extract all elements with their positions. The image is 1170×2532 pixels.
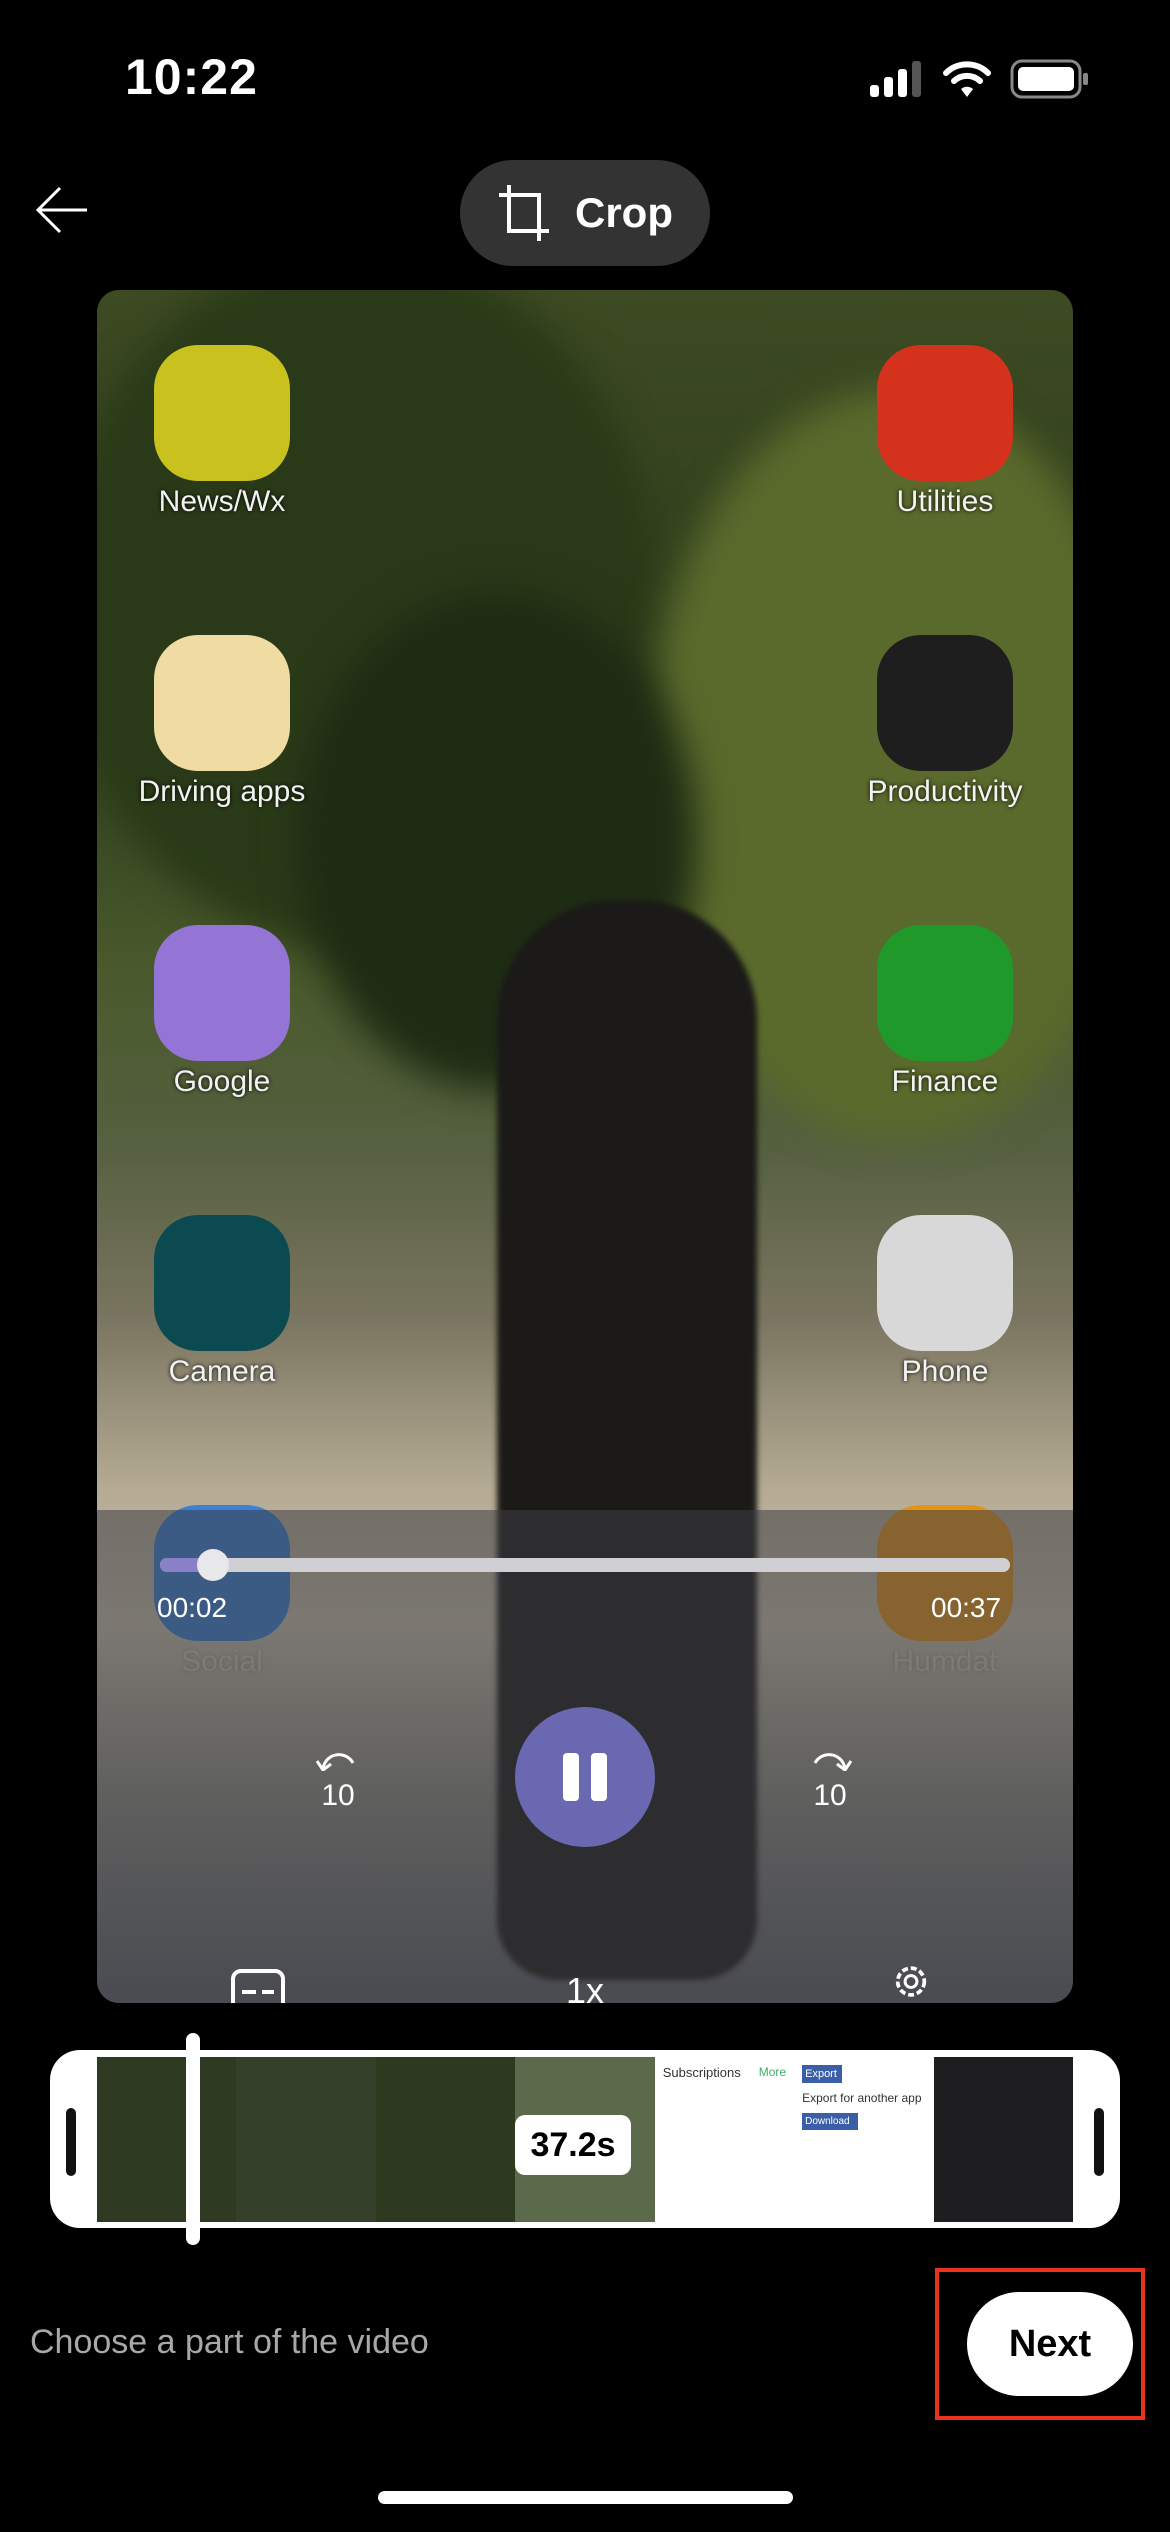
timeline-frame [97, 2057, 237, 2222]
crop-icon [499, 185, 549, 241]
current-time: 00:02 [157, 1592, 228, 1623]
trim-end-handle[interactable] [1094, 2108, 1104, 2176]
wifi-icon [943, 61, 991, 97]
app-folder-label: Finance [891, 1065, 999, 1098]
frame-more: More [758, 2065, 787, 2079]
timeline-frame: Subscriptions More [654, 2057, 795, 2222]
seek-track[interactable] [160, 1558, 1010, 1572]
home-indicator[interactable] [378, 2491, 793, 2504]
app-folder-label: Utilities [896, 485, 994, 518]
rewind-label: 10 [321, 1779, 355, 1812]
settings-gear-icon[interactable] [882, 1960, 940, 2003]
pause-button[interactable] [515, 1707, 655, 1847]
video-player[interactable]: News/Wx Utilities Driving apps Productivity… [97, 290, 1073, 2003]
total-time: 00:37 [931, 1592, 1002, 1623]
crop-button[interactable]: Crop [460, 160, 710, 266]
timeline-frame [933, 2057, 1073, 2222]
app-folder [877, 925, 1013, 1061]
seek-handle[interactable] [196, 1549, 229, 1581]
app-folder [154, 925, 290, 1061]
status-time: 10:22 [125, 49, 258, 105]
app-folder-label: Productivity [867, 775, 1023, 808]
app-folder [154, 1215, 290, 1351]
pause-icon [563, 1753, 579, 1801]
captions-icon[interactable] [230, 1968, 286, 2003]
timeline-frame [375, 2057, 516, 2222]
forward-icon [813, 1753, 853, 1773]
crop-label: Crop [575, 189, 673, 236]
app-folder-label: Google [173, 1065, 271, 1098]
rewind-icon [315, 1753, 355, 1773]
rewind-10-button[interactable]: 10 [298, 1745, 378, 1813]
app-folder [154, 635, 290, 771]
battery-icon [1010, 59, 1088, 99]
back-arrow-icon[interactable] [32, 180, 92, 240]
frame-download: Download [802, 2113, 859, 2130]
frame-export: Export [802, 2065, 843, 2083]
instruction-text: Choose a part of the video [30, 2323, 429, 2361]
selection-duration: 37.2s [515, 2115, 631, 2175]
app-folder [154, 345, 290, 481]
forward-label: 10 [813, 1779, 847, 1812]
timeline-frame: Export Export for another app Download [794, 2057, 934, 2222]
frame-heading: Export for another app [802, 2091, 922, 2105]
status-icons [868, 58, 1090, 100]
app-folder-label: News/Wx [158, 485, 286, 518]
forward-10-button[interactable]: 10 [790, 1745, 870, 1813]
pause-icon-bar [591, 1753, 607, 1801]
signal-icon [870, 61, 921, 97]
speed-button[interactable]: 1x [559, 1970, 611, 2003]
app-folder [877, 635, 1013, 771]
app-folder-label: Driving apps [138, 775, 306, 808]
next-button[interactable]: Next [967, 2292, 1133, 2396]
timeline-frame [236, 2057, 376, 2222]
app-folder [877, 345, 1013, 481]
app-folder-label: Phone [901, 1355, 989, 1388]
app-folder [877, 1215, 1013, 1351]
trim-start-handle[interactable] [66, 2108, 76, 2176]
app-folder-label: Camera [168, 1355, 276, 1388]
timeline-playhead[interactable] [186, 2033, 200, 2245]
